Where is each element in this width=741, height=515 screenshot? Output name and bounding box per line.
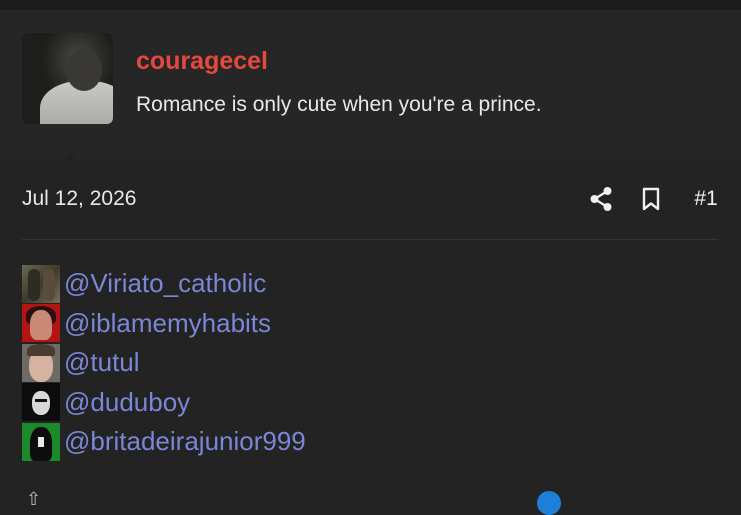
mention-link[interactable]: @Viriato_catholic bbox=[64, 268, 266, 299]
bookmark-icon bbox=[642, 187, 660, 211]
share-button[interactable] bbox=[586, 184, 616, 214]
mention-avatar[interactable] bbox=[22, 264, 60, 303]
top-bar bbox=[0, 0, 741, 11]
mention-item: @tutul bbox=[22, 343, 306, 383]
mention-avatar[interactable] bbox=[22, 343, 60, 382]
mention-avatar[interactable] bbox=[22, 422, 60, 461]
mention-item: @iblamemyhabits bbox=[22, 304, 306, 344]
bookmark-button[interactable] bbox=[638, 184, 664, 214]
mention-link[interactable]: @duduboy bbox=[64, 387, 190, 418]
username-link[interactable]: couragecel bbox=[136, 47, 268, 76]
mention-item: @britadeirajunior999 bbox=[22, 422, 306, 462]
mention-avatar[interactable] bbox=[22, 304, 60, 343]
mention-item: @duduboy bbox=[22, 383, 306, 423]
mention-link[interactable]: @iblamemyhabits bbox=[64, 308, 271, 339]
user-avatar[interactable] bbox=[22, 33, 113, 124]
post-permalink[interactable]: #1 bbox=[688, 184, 724, 214]
mention-item: @Viriato_catholic bbox=[22, 264, 306, 304]
mention-link[interactable]: @tutul bbox=[64, 347, 140, 378]
react-icon[interactable]: ⇧ bbox=[26, 490, 41, 508]
header-caret bbox=[52, 152, 88, 172]
post-footer-bar bbox=[0, 488, 741, 500]
mention-avatar[interactable] bbox=[22, 383, 60, 422]
post-user-header: couragecel Romance is only cute when you… bbox=[0, 11, 741, 172]
post-date[interactable]: Jul 12, 2026 bbox=[22, 187, 136, 211]
user-title: Romance is only cute when you're a princ… bbox=[136, 93, 542, 116]
info-icon[interactable] bbox=[537, 491, 561, 515]
divider bbox=[22, 239, 718, 240]
share-icon bbox=[590, 187, 612, 211]
mention-list: @Viriato_catholic @iblamemyhabits @tutul… bbox=[22, 264, 306, 462]
mention-link[interactable]: @britadeirajunior999 bbox=[64, 426, 306, 457]
